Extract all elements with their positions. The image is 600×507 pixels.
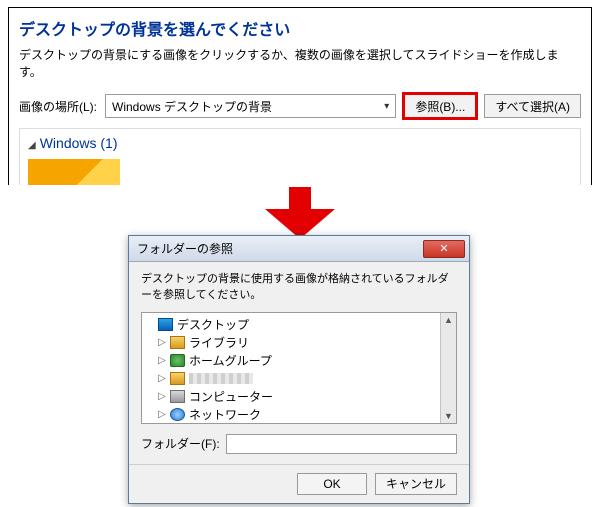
tree-twisty-icon[interactable]: ▷ (158, 337, 166, 348)
library-icon (170, 336, 185, 349)
select-all-button[interactable]: すべて選択(A) (484, 94, 581, 118)
location-row: 画像の場所(L): Windows デスクトップの背景 ▾ 参照(B)... す… (19, 94, 581, 118)
tree-item-network[interactable]: ▷ ネットワーク (146, 406, 436, 424)
dialog-titlebar[interactable]: フォルダーの参照 ✕ (129, 236, 469, 262)
cancel-button[interactable]: キャンセル (375, 473, 457, 495)
group-header[interactable]: ◢ Windows (1) (28, 135, 572, 151)
tree-item-label: ネットワーク (189, 406, 261, 423)
group-header-label: Windows (1) (40, 135, 118, 151)
tree-item-label: ホームグループ (189, 352, 272, 369)
location-value: Windows デスクトップの背景 (112, 98, 272, 115)
collapse-triangle-icon: ◢ (28, 140, 36, 151)
background-picker-panel: デスクトップの背景を選んでください デスクトップの背景にする画像をクリックするか… (8, 7, 592, 185)
close-icon: ✕ (439, 242, 448, 255)
folder-field-row: フォルダー(F): (141, 434, 457, 454)
tree-twisty-icon[interactable]: ▷ (158, 391, 166, 402)
scroll-up-icon[interactable]: ▲ (444, 315, 453, 325)
wallpaper-thumbnail[interactable] (28, 159, 120, 185)
tree-twisty-icon[interactable]: ▷ (158, 409, 166, 420)
tree-item-libraries[interactable]: ▷ ライブラリ (146, 334, 436, 352)
scroll-down-icon[interactable]: ▼ (444, 411, 453, 421)
scrollbar[interactable]: ▲ ▼ (440, 313, 456, 423)
tree-item-label: コンピューター (189, 388, 273, 405)
tree-item-label: デスクトップ (177, 316, 249, 333)
chevron-down-icon: ▾ (384, 101, 389, 112)
tree-item-user[interactable]: ▷ (146, 370, 436, 388)
ok-button[interactable]: OK (297, 473, 367, 495)
location-label: 画像の場所(L): (19, 98, 97, 115)
dialog-message: デスクトップの背景に使用する画像が格納されているフォルダーを参照してください。 (141, 272, 457, 304)
tree-twisty-icon[interactable]: ▷ (158, 355, 166, 366)
desktop-icon (158, 318, 173, 331)
user-folder-icon (170, 372, 185, 385)
browse-folder-dialog: フォルダーの参照 ✕ デスクトップの背景に使用する画像が格納されているフォルダー… (128, 235, 470, 504)
tree-item-homegroup[interactable]: ▷ ホームグループ (146, 352, 436, 370)
folder-input[interactable] (226, 434, 457, 454)
network-icon (170, 408, 185, 421)
red-arrow-icon (265, 187, 335, 239)
thumbnail-group: ◢ Windows (1) (19, 128, 581, 185)
folder-tree[interactable]: ▷ デスクトップ ▷ ライブラリ ▷ ホームグループ ▷ (141, 312, 457, 424)
dialog-title: フォルダーの参照 (137, 240, 233, 257)
tree-item-label: ライブラリ (189, 334, 249, 351)
dialog-body: デスクトップの背景に使用する画像が格納されているフォルダーを参照してください。 … (129, 262, 469, 464)
homegroup-icon (170, 354, 185, 367)
page-title: デスクトップの背景を選んでください (19, 16, 581, 40)
page-subtext: デスクトップの背景にする画像をクリックするか、複数の画像を選択してスライドショー… (19, 46, 581, 80)
browse-button[interactable]: 参照(B)... (404, 94, 476, 118)
computer-icon (170, 390, 185, 403)
tree-item-desktop[interactable]: ▷ デスクトップ (146, 316, 436, 334)
tree-item-computer[interactable]: ▷ コンピューター (146, 388, 436, 406)
tree-item-label-blurred (189, 373, 253, 384)
dialog-button-row: OK キャンセル (129, 464, 469, 503)
folder-tree-items: ▷ デスクトップ ▷ ライブラリ ▷ ホームグループ ▷ (142, 313, 440, 423)
location-combo[interactable]: Windows デスクトップの背景 ▾ (105, 94, 396, 118)
folder-label: フォルダー(F): (141, 435, 220, 452)
close-button[interactable]: ✕ (423, 240, 465, 258)
tree-twisty-icon[interactable]: ▷ (158, 373, 166, 384)
